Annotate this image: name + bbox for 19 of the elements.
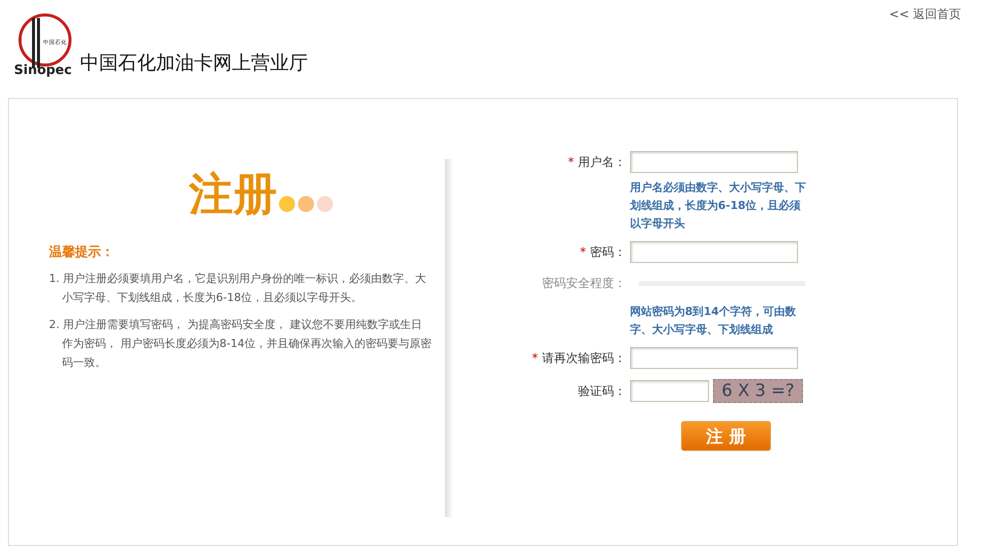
- field-label: * 用户名：: [567, 154, 626, 170]
- field-label: 验证码：: [577, 382, 626, 400]
- input-field[interactable]: [630, 241, 798, 263]
- tip-text: 1. 用户注册必须要填用户名，它是识别用户身份的唯一标识，必须由数字、大小写字母、下划线组成，长度为6-18位，且必须以字母开头。: [49, 271, 427, 306]
- site-title: 中国石化加油卡网上营业厅: [80, 51, 308, 76]
- captcha-image: 6 X 3 =?: [713, 379, 803, 403]
- tips-title: 温馨提示：: [49, 244, 115, 261]
- field-label: * 请再次输密码：: [531, 350, 626, 366]
- hint-text: 网站密码为8到14个字符，可由数字、大小写字母、下划线组成: [630, 304, 797, 338]
- hint-text: 用户名必须由数字、大小写字母、下划线组成，长度为6-18位，且必须以字母开头: [630, 180, 807, 232]
- dots-icon: [279, 195, 335, 213]
- back-home-link[interactable]: << 返回首页: [889, 6, 961, 23]
- input-field[interactable]: [630, 347, 798, 369]
- tip-text: 2. 用户注册需要填写密码， 为提高密码安全度， 建议您不要用纯数字或生日作为密码， 用户密码长度必须为8-14位，并且确保再次输入的密码要与原密码一致。: [49, 317, 432, 371]
- field-label: * 密码：: [579, 244, 626, 260]
- input-field[interactable]: [630, 151, 798, 173]
- register-heading: 注册: [189, 173, 277, 217]
- captcha-field[interactable]: [630, 380, 709, 402]
- strength-label: 密码安全程度：: [541, 274, 626, 292]
